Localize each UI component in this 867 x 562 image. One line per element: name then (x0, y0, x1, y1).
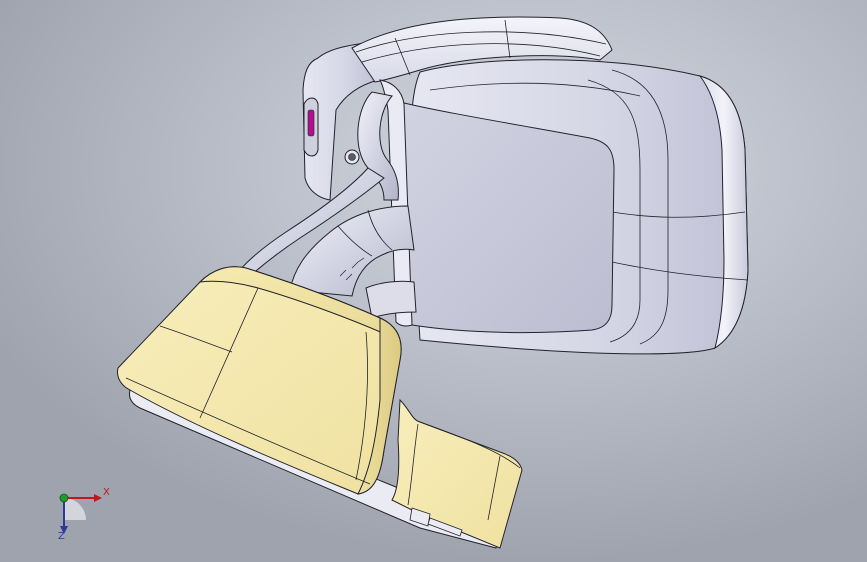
y-axis-dot (59, 493, 69, 503)
coordinate-triad: X Z (40, 478, 120, 548)
side-slot (303, 97, 319, 157)
graphics-viewport[interactable]: X Z (0, 0, 867, 562)
cad-model[interactable] (0, 0, 867, 562)
x-axis-head (94, 494, 102, 502)
x-axis-label: X (103, 487, 110, 498)
screw-hole (344, 149, 360, 165)
z-axis-label: Z (58, 531, 65, 542)
